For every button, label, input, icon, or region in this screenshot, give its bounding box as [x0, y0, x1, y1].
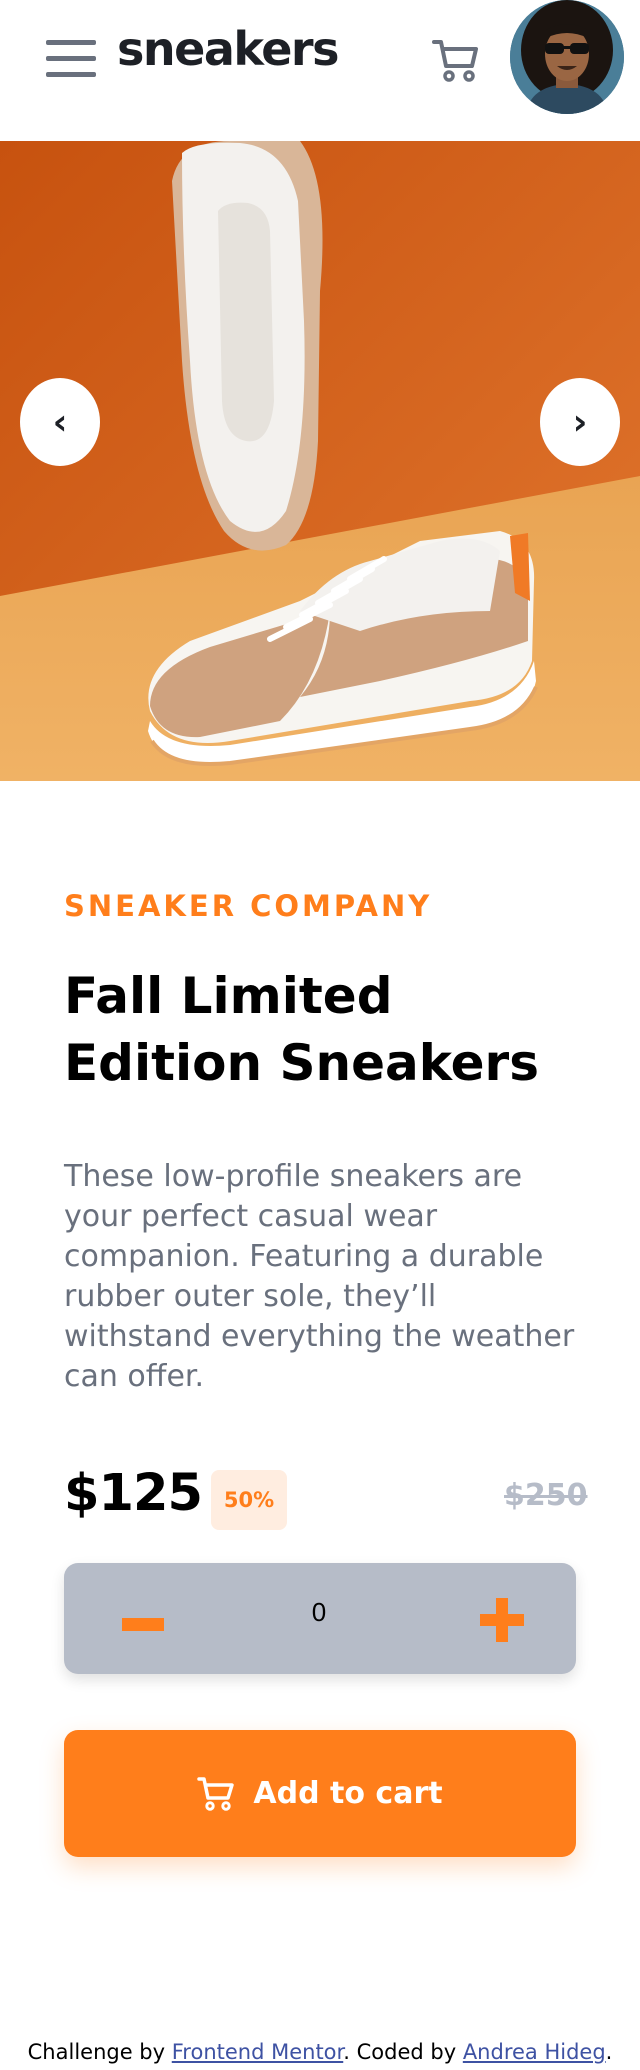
site-header: sneakers: [0, 0, 640, 141]
quantity-value: 0: [311, 1597, 327, 1627]
chevron-right-icon[interactable]: ›: [540, 378, 620, 466]
frontend-mentor-link[interactable]: Frontend Mentor: [172, 2040, 344, 2064]
avatar[interactable]: [510, 0, 624, 114]
plus-icon[interactable]: [477, 1591, 527, 1649]
quantity-stepper: 0: [64, 1563, 576, 1674]
product-description: These low-profile sneakers are your perf…: [64, 1159, 575, 1394]
product-image: ‹ ›: [0, 141, 640, 781]
discount-badge: 50%: [211, 1470, 287, 1530]
author-link[interactable]: Andrea Hideg: [463, 2040, 606, 2064]
footer-middle: . Coded by: [343, 2040, 463, 2064]
cart-icon: [197, 1776, 235, 1811]
footer-suffix: .: [605, 2040, 613, 2064]
original-price: $250: [504, 1478, 588, 1513]
footer-prefix: Challenge by: [27, 2040, 172, 2064]
hamburger-icon[interactable]: [46, 40, 96, 80]
add-to-cart-label: Add to cart: [253, 1776, 443, 1811]
chevron-left-icon[interactable]: ‹: [20, 378, 100, 466]
attribution-footer: Challenge by Frontend Mentor. Coded by A…: [0, 2040, 640, 2064]
company-name: Sneaker Company: [64, 889, 433, 923]
product-title: Fall Limited Edition Sneakers: [64, 967, 539, 1092]
current-price: $125: [64, 1464, 203, 1523]
minus-icon[interactable]: [109, 1606, 177, 1642]
add-to-cart-button[interactable]: Add to cart: [64, 1730, 576, 1857]
cart-icon[interactable]: [432, 38, 480, 84]
logo[interactable]: sneakers: [117, 22, 340, 76]
sneaker-photo: [0, 141, 640, 781]
